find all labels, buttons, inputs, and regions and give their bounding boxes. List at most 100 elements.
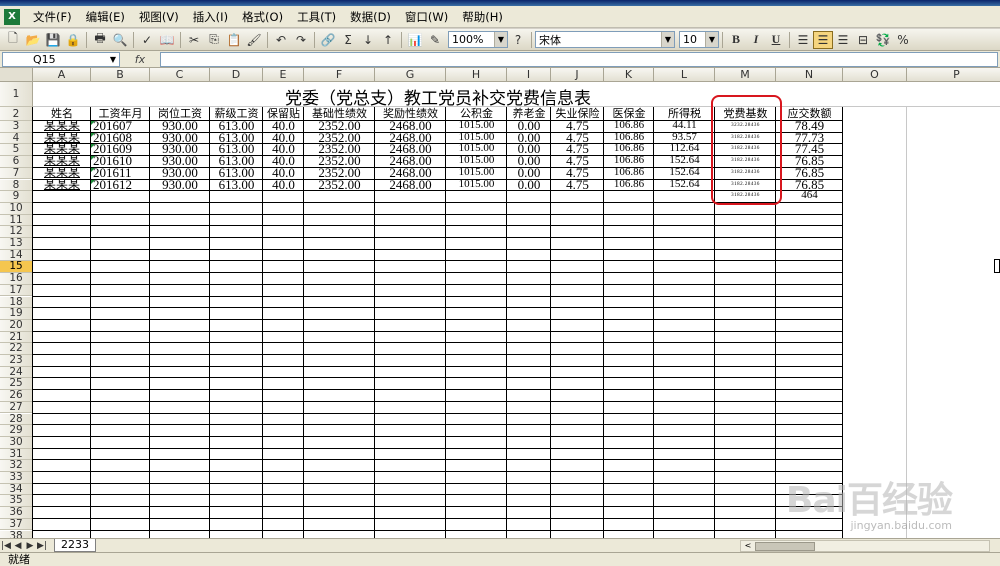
menu-format[interactable]: 格式(O) [235, 9, 290, 25]
table-cell[interactable]: 152.64 [654, 167, 715, 179]
table-cell[interactable]: 1015.00 [446, 143, 507, 155]
table-cell[interactable]: 201608 [91, 132, 150, 144]
menu-data[interactable]: 数据(D) [343, 9, 398, 25]
last-sheet-icon[interactable]: ▶| [36, 541, 48, 551]
print-preview-icon[interactable]: 🔍 [110, 31, 130, 49]
error-indicator-icon[interactable] [91, 121, 95, 125]
column-header-P[interactable]: P [907, 68, 1000, 82]
chevron-down-icon[interactable]: ▼ [494, 32, 507, 47]
table-cell[interactable]: 1015.00 [446, 132, 507, 144]
table-cell[interactable]: 某某某 [33, 120, 91, 132]
table-cell[interactable]: 613.00 [210, 120, 263, 132]
menu-window[interactable]: 窗口(W) [398, 9, 455, 25]
table-cell[interactable]: 某某某 [33, 179, 91, 191]
header-cell[interactable]: 岗位工资 [150, 107, 210, 121]
header-cell[interactable]: 失业保险 [551, 107, 604, 121]
redo-icon[interactable]: ↷ [291, 31, 311, 49]
column-header-I[interactable]: I [507, 68, 551, 82]
new-icon[interactable]: 🗋 [3, 31, 23, 49]
excel-app-icon[interactable]: X [4, 8, 20, 25]
table-cell[interactable]: 0.00 [507, 155, 551, 167]
table-cell[interactable]: 106.86 [604, 143, 654, 155]
menu-view[interactable]: 视图(V) [132, 9, 186, 25]
row-header-13[interactable]: 13 [0, 237, 33, 250]
table-cell[interactable]: 106.86 [604, 179, 654, 191]
next-sheet-icon[interactable]: ▶ [24, 541, 36, 551]
menu-insert[interactable]: 插入(I) [186, 9, 235, 25]
header-cell[interactable]: 应交数额 [776, 107, 843, 121]
vertical-scrollbar[interactable] [994, 259, 1000, 274]
row-header-20[interactable]: 20 [0, 319, 33, 332]
table-cell[interactable]: 4.75 [551, 143, 604, 155]
scroll-left-icon[interactable]: < [742, 541, 754, 551]
chevron-down-icon[interactable]: ▼ [107, 53, 119, 66]
table-cell[interactable]: 1015.00 [446, 167, 507, 179]
table-cell[interactable]: 2352.00 [304, 155, 375, 167]
table-cell[interactable]: 4.75 [551, 155, 604, 167]
table-cell[interactable]: 1015.00 [446, 155, 507, 167]
table-cell[interactable]: 76.85 [776, 155, 843, 167]
table-cell[interactable]: 112.64 [654, 143, 715, 155]
menu-edit[interactable]: 编辑(E) [79, 9, 132, 25]
table-cell[interactable]: 某某某 [33, 167, 91, 179]
table-cell[interactable]: 某某某 [33, 143, 91, 155]
italic-button[interactable]: I [746, 31, 766, 49]
table-cell[interactable]: 77.73 [776, 132, 843, 144]
table-cell[interactable]: 0.00 [507, 179, 551, 191]
paste-icon[interactable]: 📋 [224, 31, 244, 49]
align-left-icon[interactable]: ☰ [793, 31, 813, 49]
table-cell[interactable]: 201611 [91, 167, 150, 179]
first-sheet-icon[interactable]: |◀ [0, 541, 12, 551]
cut-icon[interactable]: ✂ [184, 31, 204, 49]
merge-center-icon[interactable]: ⊟ [853, 31, 873, 49]
help-icon[interactable]: ? [508, 31, 528, 49]
column-header-L[interactable]: L [654, 68, 715, 82]
table-cell[interactable]: 2352.00 [304, 132, 375, 144]
table-cell[interactable]: 40.0 [263, 179, 304, 191]
menu-help[interactable]: 帮助(H) [455, 9, 510, 25]
table-cell[interactable]: 2468.00 [375, 179, 446, 191]
row-header-17[interactable]: 17 [0, 284, 33, 297]
table-cell[interactable]: 930.00 [150, 167, 210, 179]
table-cell[interactable]: 某某某 [33, 155, 91, 167]
column-header-O[interactable]: O [843, 68, 907, 82]
align-center-icon[interactable]: ☰ [813, 30, 833, 49]
table-cell[interactable]: 44.11 [654, 120, 715, 132]
permission-icon[interactable]: 🔒 [63, 31, 83, 49]
table-cell[interactable]: 201607 [91, 120, 150, 132]
table-cell[interactable]: 2352.00 [304, 167, 375, 179]
header-cell[interactable]: 工资年月 [91, 107, 150, 121]
bold-button[interactable]: B [726, 31, 746, 49]
table-cell[interactable]: 0.00 [507, 167, 551, 179]
chevron-down-icon[interactable]: ▼ [661, 32, 674, 47]
table-cell[interactable]: 0.00 [507, 143, 551, 155]
row-header-33[interactable]: 33 [0, 471, 33, 484]
menu-tools[interactable]: 工具(T) [290, 9, 343, 25]
table-cell[interactable]: 40.0 [263, 120, 304, 132]
autosum-icon[interactable]: Σ [338, 31, 358, 49]
table-cell[interactable]: 930.00 [150, 155, 210, 167]
spelling-icon[interactable]: ✓ [137, 31, 157, 49]
table-cell[interactable]: 40.0 [263, 132, 304, 144]
row-header-38[interactable]: 38 [0, 530, 33, 538]
fx-icon[interactable]: fx [120, 53, 160, 66]
print-icon[interactable]: 🖶 [90, 31, 110, 49]
header-cell[interactable]: 姓名 [33, 107, 91, 121]
prev-sheet-icon[interactable]: ◀ [12, 541, 24, 551]
font-select[interactable]: 宋体 ▼ [535, 31, 675, 48]
header-cell[interactable]: 基础性绩效 [304, 107, 375, 121]
table-cell[interactable]: 2352.00 [304, 120, 375, 132]
error-indicator-icon[interactable] [91, 132, 95, 137]
formula-input[interactable] [160, 51, 998, 67]
row-header-37[interactable]: 37 [0, 518, 33, 531]
zoom-select[interactable]: 100% ▼ [448, 31, 508, 48]
underline-button[interactable]: U [766, 31, 786, 49]
header-cell[interactable]: 薪级工资 [210, 107, 263, 121]
table-cell[interactable]: 152.64 [654, 155, 715, 167]
table-cell[interactable]: 2352.00 [304, 179, 375, 191]
column-header-D[interactable]: D [210, 68, 263, 82]
undo-icon[interactable]: ↶ [271, 31, 291, 49]
table-cell[interactable]: 78.49 [776, 120, 843, 132]
menu-file[interactable]: 文件(F) [26, 9, 79, 25]
table-cell[interactable]: 201609 [91, 143, 150, 155]
